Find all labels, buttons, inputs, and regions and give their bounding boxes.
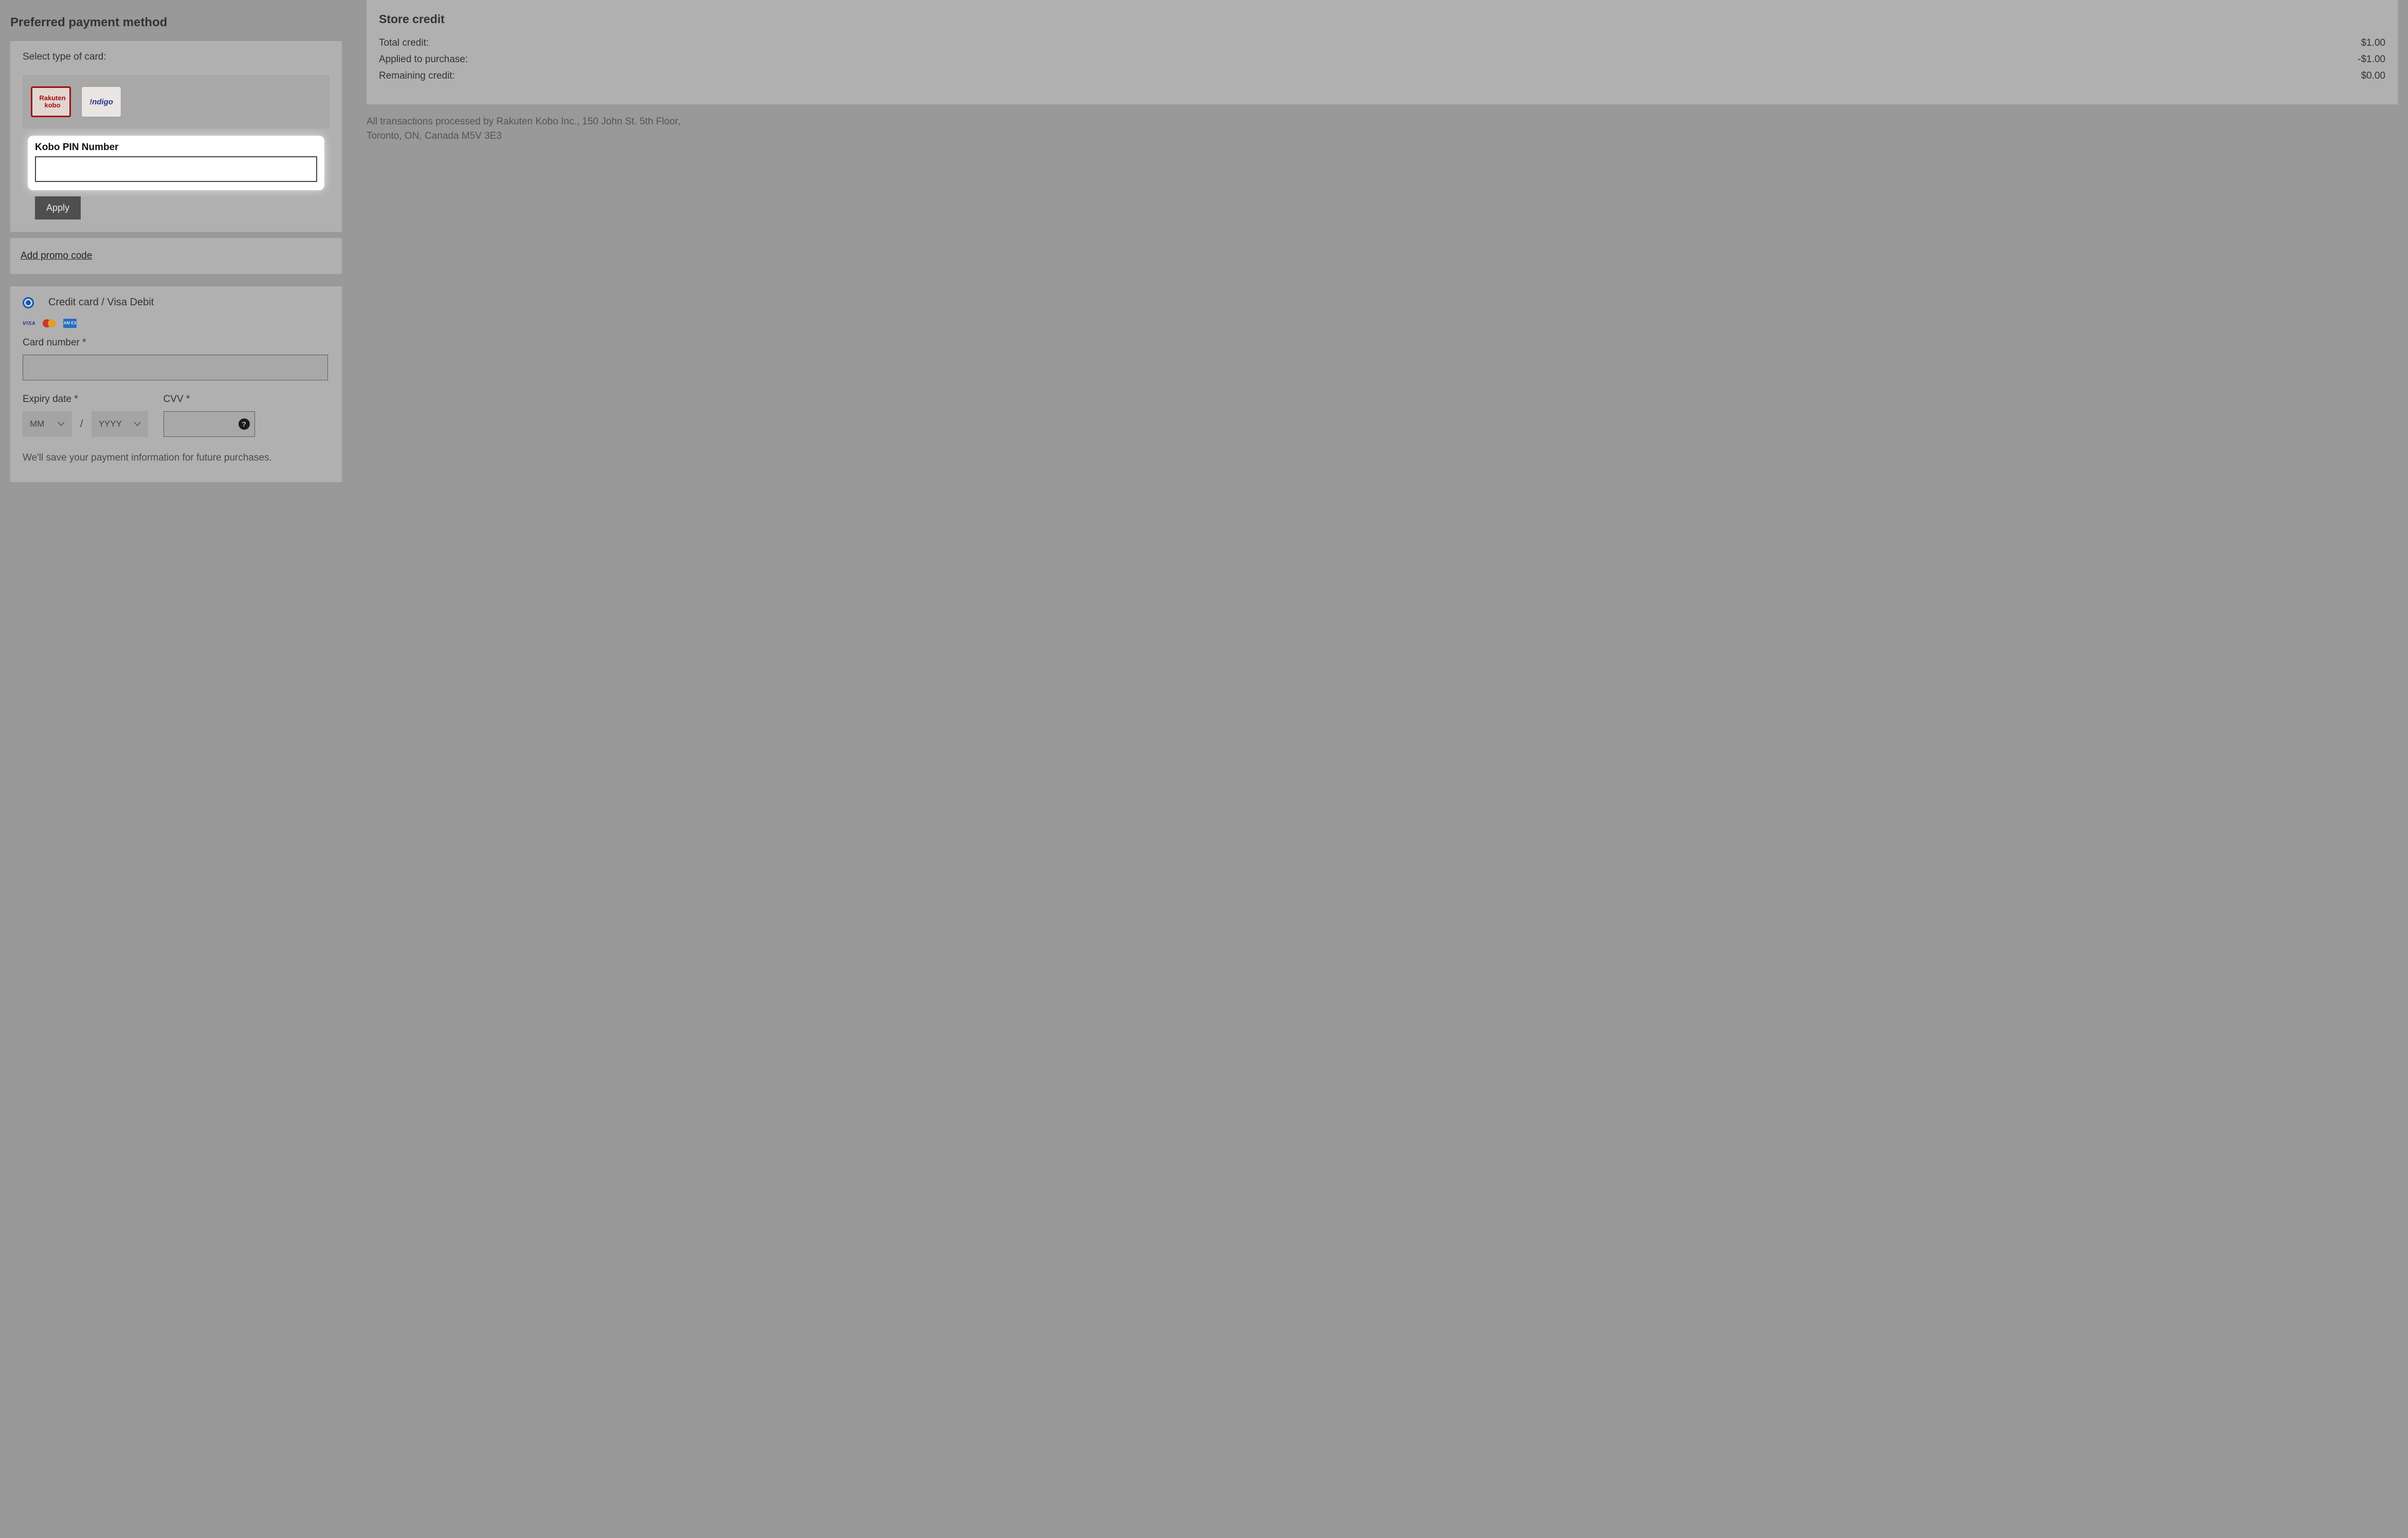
expiry-year-placeholder: YYYY <box>99 419 122 429</box>
card-number-input[interactable] <box>23 355 328 380</box>
card-type-label: Select type of card: <box>23 51 330 63</box>
amex-icon: AM EX <box>63 319 77 328</box>
store-credit-title: Store credit <box>379 12 2385 26</box>
expiry-month-select[interactable]: MM <box>23 411 72 437</box>
pin-input[interactable] <box>35 156 317 182</box>
store-credit-row: Applied to purchase: -$1.00 <box>379 54 2385 65</box>
save-payment-note: We'll save your payment information for … <box>23 452 330 464</box>
card-number-label: Card number * <box>23 337 330 349</box>
store-credit-row: Remaining credit: $0.00 <box>379 70 2385 82</box>
payment-type-radio-row: Credit card / Visa Debit <box>23 297 330 308</box>
kobo-chip-line1: Rakuten <box>39 95 65 102</box>
card-type-kobo[interactable]: Rakuten kobo <box>31 86 71 117</box>
chevron-down-icon <box>134 419 141 429</box>
store-credit-row-value: $1.00 <box>2361 38 2385 49</box>
indigo-chip-label: !ndigo <box>89 98 113 106</box>
store-credit-row-label: Remaining credit: <box>379 70 455 82</box>
store-credit-row-value: $0.00 <box>2361 70 2385 82</box>
expiry-year-select[interactable]: YYYY <box>92 411 148 437</box>
cvv-help-icon[interactable]: ? <box>239 418 250 430</box>
gift-card-panel: Select type of card: Rakuten kobo !ndigo… <box>10 41 342 232</box>
pin-panel: Kobo PIN Number <box>29 137 323 189</box>
accepted-card-brands: VISA AM EX <box>23 319 330 328</box>
credit-card-radio[interactable] <box>23 297 34 308</box>
cvv-label: CVV * <box>163 394 255 405</box>
expiry-month-placeholder: MM <box>30 419 44 429</box>
chevron-down-icon <box>58 419 65 429</box>
radio-selected-dot-icon <box>26 300 31 305</box>
kobo-chip-line2: kobo <box>44 102 60 109</box>
transaction-disclaimer: All transactions processed by Rakuten Ko… <box>367 115 690 143</box>
card-type-row: Rakuten kobo !ndigo <box>23 75 330 129</box>
expiry-date-label: Expiry date * <box>23 394 148 405</box>
store-credit-row-label: Total credit: <box>379 38 429 49</box>
add-promo-code-link[interactable]: Add promo code <box>21 250 92 261</box>
credit-card-radio-label: Credit card / Visa Debit <box>48 297 154 308</box>
card-type-indigo[interactable]: !ndigo <box>81 86 121 117</box>
mastercard-icon <box>43 319 56 327</box>
visa-icon: VISA <box>23 321 35 326</box>
store-credit-row-label: Applied to purchase: <box>379 54 468 65</box>
store-credit-panel: Store credit Total credit: $1.00 Applied… <box>367 0 2398 104</box>
expiry-separator: / <box>80 418 83 430</box>
pin-label: Kobo PIN Number <box>35 142 317 153</box>
store-credit-row-value: -$1.00 <box>2358 54 2385 65</box>
promo-panel: Add promo code <box>10 238 342 274</box>
apply-button[interactable]: Apply <box>35 196 81 219</box>
store-credit-row: Total credit: $1.00 <box>379 38 2385 49</box>
page-title: Preferred payment method <box>10 15 342 30</box>
credit-card-panel: Credit card / Visa Debit VISA AM EX Card… <box>10 286 342 482</box>
